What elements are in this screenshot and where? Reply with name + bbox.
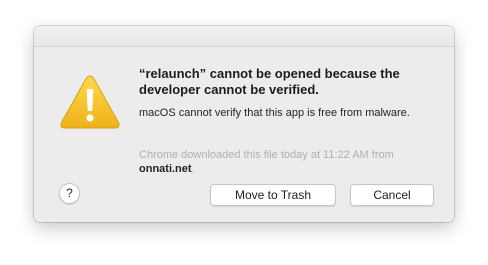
download-source-suffix: . [191,163,195,175]
alert-dialog: “relaunch” cannot be opened because the … [34,26,454,222]
dialog-title: “relaunch” cannot be opened because the … [139,66,400,97]
dialog-titlebar [34,26,454,47]
download-source-text: Chrome downloaded this file today at 11:… [139,148,439,176]
help-button[interactable]: ? [59,183,80,204]
cancel-button[interactable]: Cancel [350,184,434,206]
download-source-domain: onnati.net [139,163,192,175]
download-source-prefix: Chrome downloaded this file today at 11:… [139,149,394,161]
dialog-message: macOS cannot verify that this app is fre… [139,107,410,119]
page: “relaunch” cannot be opened because the … [0,0,488,265]
move-to-trash-button[interactable]: Move to Trash [210,184,336,206]
warning-icon [58,72,122,132]
